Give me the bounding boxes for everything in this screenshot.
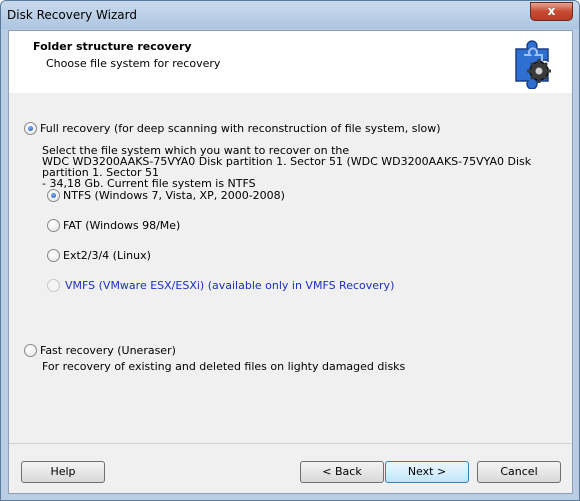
full-recovery-label[interactable]: Full recovery (for deep scanning with re…: [40, 122, 441, 135]
puzzle-gear-icon: [515, 40, 551, 89]
close-button[interactable]: x: [530, 2, 573, 21]
fast-recovery-label[interactable]: Fast recovery (Uneraser): [40, 344, 176, 357]
ext-radio[interactable]: [47, 249, 60, 262]
full-recovery-radio[interactable]: [24, 122, 37, 135]
cancel-button[interactable]: Cancel: [477, 461, 561, 483]
next-button[interactable]: Next >: [385, 461, 469, 483]
description-line: - 34,18 Gb. Current file system is NTFS: [42, 177, 256, 190]
ext-label[interactable]: Ext2/3/4 (Linux): [63, 249, 151, 262]
close-icon: x: [547, 4, 556, 18]
page-title: Folder structure recovery: [33, 40, 192, 53]
description-line: WDC WD3200AAKS-75VYA0 Disk partition 1. …: [42, 155, 532, 179]
fat-label[interactable]: FAT (Windows 98/Me): [63, 219, 180, 232]
footer-divider: [9, 443, 572, 444]
page-subtitle: Choose file system for recovery: [46, 57, 221, 70]
vmfs-radio: [47, 279, 60, 292]
full-recovery-description: Select the file system which you want to…: [42, 145, 572, 189]
ntfs-radio[interactable]: [47, 189, 60, 202]
back-button[interactable]: < Back: [300, 461, 384, 483]
wizard-header: Folder structure recovery Choose file sy…: [9, 31, 572, 93]
header-divider: [9, 92, 572, 93]
help-button[interactable]: Help: [21, 461, 105, 483]
window-title: Disk Recovery Wizard: [7, 8, 137, 22]
ntfs-label[interactable]: NTFS (Windows 7, Vista, XP, 2000-2008): [63, 189, 285, 202]
fat-radio[interactable]: [47, 219, 60, 232]
vmfs-label: VMFS (VMware ESX/ESXi) (available only i…: [65, 279, 395, 292]
wizard-client: Folder structure recovery Choose file sy…: [8, 30, 573, 494]
fast-recovery-radio[interactable]: [24, 344, 37, 357]
fast-recovery-description: For recovery of existing and deleted fil…: [42, 360, 406, 373]
wizard-window: Disk Recovery Wizard x Folder structure …: [0, 0, 580, 501]
title-bar: Disk Recovery Wizard x: [1, 1, 579, 29]
